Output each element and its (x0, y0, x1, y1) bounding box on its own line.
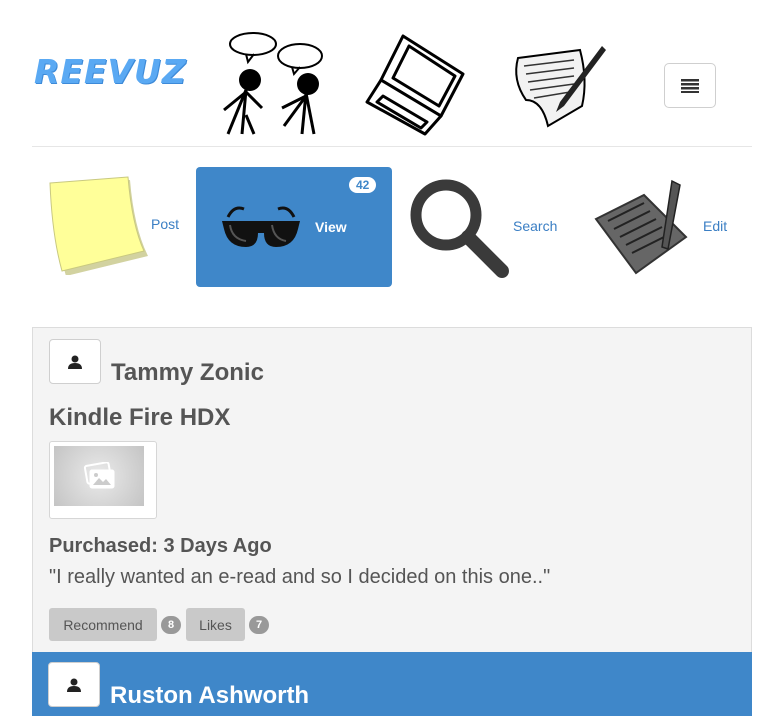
view-count-badge: 42 (349, 177, 377, 193)
site-header: REEVUZ (32, 0, 752, 147)
review-card: Tammy Zonic Kindle Fire HDX Purchased: 3… (32, 327, 752, 653)
nav-edit[interactable]: Edit (556, 167, 752, 287)
nav-label: Search (513, 218, 558, 234)
product-title[interactable]: Kindle Fire HDX (49, 404, 230, 432)
nav-label: Edit (703, 218, 728, 234)
purchase-info: Purchased: 3 Days Ago (49, 535, 272, 557)
image-placeholder-icon (83, 462, 115, 489)
main-nav: Post View 42 Search Edit (32, 167, 752, 287)
avatar[interactable] (48, 662, 100, 707)
review-card: Ruston Ashworth (32, 652, 752, 716)
product-thumbnail[interactable] (49, 441, 157, 519)
avatar[interactable] (49, 339, 101, 384)
recommend-count-badge: 8 (161, 616, 181, 634)
user-icon (67, 678, 81, 692)
conversation-icon (223, 32, 323, 135)
likes-button[interactable]: Likes (186, 608, 245, 641)
review-feed: Tammy Zonic Kindle Fire HDX Purchased: 3… (32, 327, 752, 716)
user-icon (68, 355, 82, 369)
sticky-note-icon (49, 176, 148, 275)
magnifier-icon (410, 179, 509, 278)
likes-count-badge: 7 (249, 616, 269, 634)
hamburger-menu-icon (681, 78, 699, 93)
brand-logo[interactable]: REEVUZ (34, 52, 187, 91)
reviewer-name[interactable]: Tammy Zonic (111, 359, 264, 387)
nav-label: Post (151, 216, 180, 232)
reviewer-name[interactable]: Ruston Ashworth (110, 682, 309, 710)
nav-view[interactable]: View 42 (196, 167, 392, 287)
document-pen-icon (515, 46, 606, 128)
menu-toggle-button[interactable] (664, 63, 716, 108)
sunglasses-icon (222, 206, 300, 247)
review-quote: "I really wanted an e-read and so I deci… (49, 566, 551, 588)
recommend-button[interactable]: Recommend (49, 608, 157, 641)
laptop-icon (365, 34, 465, 136)
notepad-pencil-icon (594, 179, 688, 275)
nav-label: View (315, 219, 347, 235)
